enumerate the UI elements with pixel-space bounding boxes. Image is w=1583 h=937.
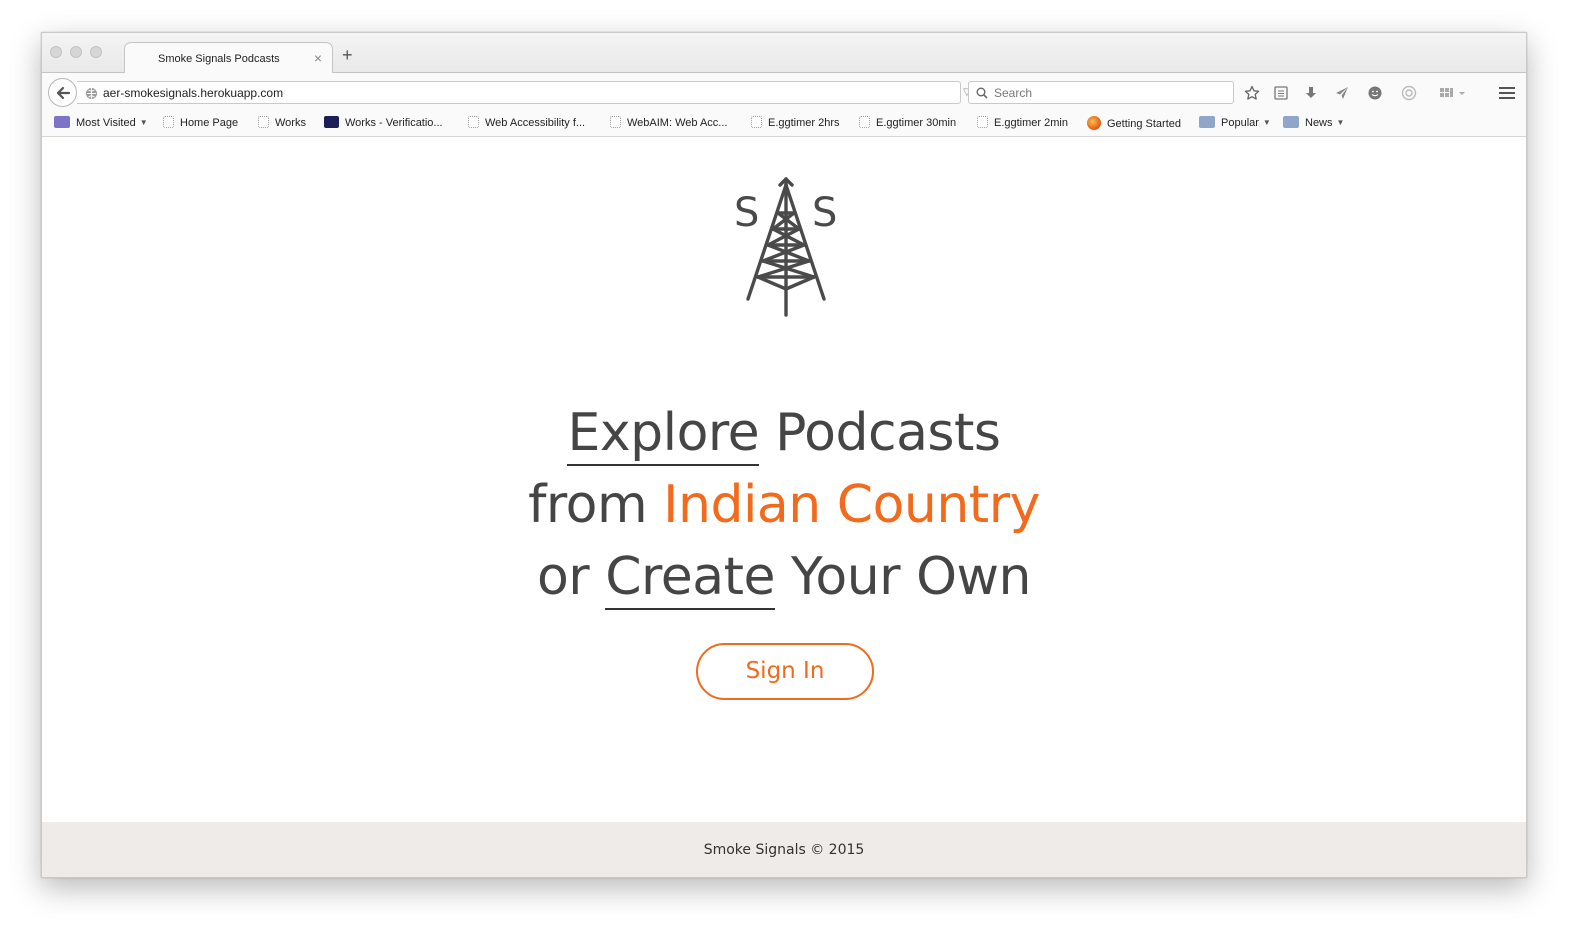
- new-tab-button[interactable]: +: [342, 46, 353, 64]
- bookmarks-toolbar: Most Visited ▼ Home Page Works Works - Ve…: [42, 109, 1526, 137]
- folder-icon: [1283, 116, 1299, 128]
- back-button[interactable]: [48, 78, 77, 107]
- page-icon: [163, 116, 174, 128]
- hamburger-menu-icon[interactable]: [1498, 85, 1515, 101]
- footer: Smoke Signals © 2015: [42, 822, 1526, 877]
- headline-line-3: or Create Your Own: [42, 541, 1526, 613]
- bookmark-news[interactable]: News ▼: [1283, 116, 1344, 132]
- tab-close-icon[interactable]: ×: [314, 49, 322, 67]
- search-bar[interactable]: Search: [968, 81, 1234, 104]
- send-icon[interactable]: [1334, 85, 1350, 101]
- account-icon[interactable]: [1401, 85, 1417, 101]
- bookmark-label: E.ggtimer 30min: [876, 117, 957, 129]
- bookmark-label: Home Page: [180, 117, 239, 129]
- logo-letter-right: S: [812, 190, 838, 236]
- chevron-down-icon: ▼: [1336, 118, 1345, 127]
- headline-line-2: from Indian Country: [42, 469, 1526, 541]
- headline-line-1: Explore Podcasts: [42, 397, 1526, 469]
- indian-country-highlight: Indian Country: [663, 475, 1040, 535]
- tab-title: Smoke Signals Podcasts: [158, 53, 280, 65]
- explore-link[interactable]: Explore: [567, 403, 760, 466]
- bookmark-eggtimer-2hrs[interactable]: E.ggtimer 2hrs: [751, 116, 840, 132]
- bookmark-works[interactable]: Works: [258, 116, 306, 132]
- page-icon: [610, 116, 621, 128]
- bookmark-label: News: [1305, 117, 1333, 129]
- bookmark-label: Getting Started: [1107, 118, 1181, 130]
- folder-icon: [54, 116, 70, 128]
- page-icon: [859, 116, 870, 128]
- bookmark-webaim[interactable]: WebAIM: Web Acc...: [610, 116, 727, 132]
- bookmark-label: Works: [275, 117, 306, 129]
- headline-text: from: [528, 475, 664, 535]
- bookmark-label: E.ggtimer 2hrs: [768, 117, 840, 129]
- close-window-button[interactable]: [50, 46, 62, 58]
- search-placeholder: Search: [994, 86, 1033, 100]
- page-icon: [751, 116, 762, 128]
- bookmark-label: WebAIM: Web Acc...: [627, 117, 728, 129]
- zoom-window-button[interactable]: [90, 46, 102, 58]
- folder-icon: [1199, 116, 1215, 128]
- headline-text: or: [536, 547, 606, 607]
- page-content: S S Explore Podcasts from Indian Country…: [42, 137, 1526, 877]
- bookmark-getting-started[interactable]: Getting Started: [1087, 116, 1181, 132]
- bookmark-label: Popular: [1221, 117, 1259, 129]
- back-arrow-icon: [56, 86, 71, 100]
- sign-in-button[interactable]: Sign In: [696, 643, 874, 700]
- page-icon: [258, 116, 269, 128]
- hero-headline: Explore Podcasts from Indian Country or …: [42, 397, 1526, 613]
- firefox-icon: [1087, 116, 1101, 130]
- search-icon: [976, 87, 988, 99]
- bookmarks-menu-icon[interactable]: [1273, 85, 1289, 101]
- page-icon: [468, 116, 479, 128]
- bookmark-label: Web Accessibility f...: [485, 117, 586, 129]
- browser-window: Smoke Signals Podcasts × + aer-smokesign…: [41, 32, 1527, 878]
- page-icon: [977, 116, 988, 128]
- chevron-down-icon: ▼: [139, 118, 148, 127]
- bookmark-star-icon[interactable]: [1244, 85, 1260, 101]
- download-icon[interactable]: [1303, 85, 1319, 101]
- create-link[interactable]: Create: [605, 547, 776, 610]
- url-bar[interactable]: aer-smokesignals.herokuapp.com ▽ ↻: [77, 81, 987, 104]
- grid-icon[interactable]: [1439, 85, 1465, 101]
- headline-text: Your Own: [775, 547, 1031, 607]
- works-icon: [324, 116, 339, 128]
- minimize-window-button[interactable]: [70, 46, 82, 58]
- tab-strip: Smoke Signals Podcasts × +: [42, 33, 1526, 74]
- bookmark-eggtimer-30min[interactable]: E.ggtimer 30min: [859, 116, 956, 132]
- globe-icon: [86, 88, 97, 99]
- bookmark-eggtimer-2min[interactable]: E.ggtimer 2min: [977, 116, 1068, 132]
- chat-icon[interactable]: [1367, 85, 1383, 101]
- bookmark-popular[interactable]: Popular ▼: [1199, 116, 1271, 132]
- chevron-down-icon: ▼: [1262, 118, 1271, 127]
- bookmark-most-visited[interactable]: Most Visited ▼: [54, 116, 148, 132]
- bookmark-home-page[interactable]: Home Page: [163, 116, 238, 132]
- footer-copyright: Smoke Signals © 2015: [703, 842, 865, 858]
- bookmark-works-verification[interactable]: Works - Verificatio...: [324, 116, 443, 132]
- bookmark-label: E.ggtimer 2min: [994, 117, 1068, 129]
- bookmark-label: Works - Verificatio...: [345, 117, 443, 129]
- tab-smoke-signals[interactable]: Smoke Signals Podcasts ×: [124, 42, 333, 74]
- bookmark-label: Most Visited: [76, 117, 136, 129]
- bookmark-web-accessibility[interactable]: Web Accessibility f...: [468, 116, 585, 132]
- url-text[interactable]: aer-smokesignals.herokuapp.com: [103, 86, 283, 100]
- headline-text: Podcasts: [759, 403, 1001, 463]
- navigation-bar: aer-smokesignals.herokuapp.com ▽ ↻ Searc…: [42, 73, 1526, 109]
